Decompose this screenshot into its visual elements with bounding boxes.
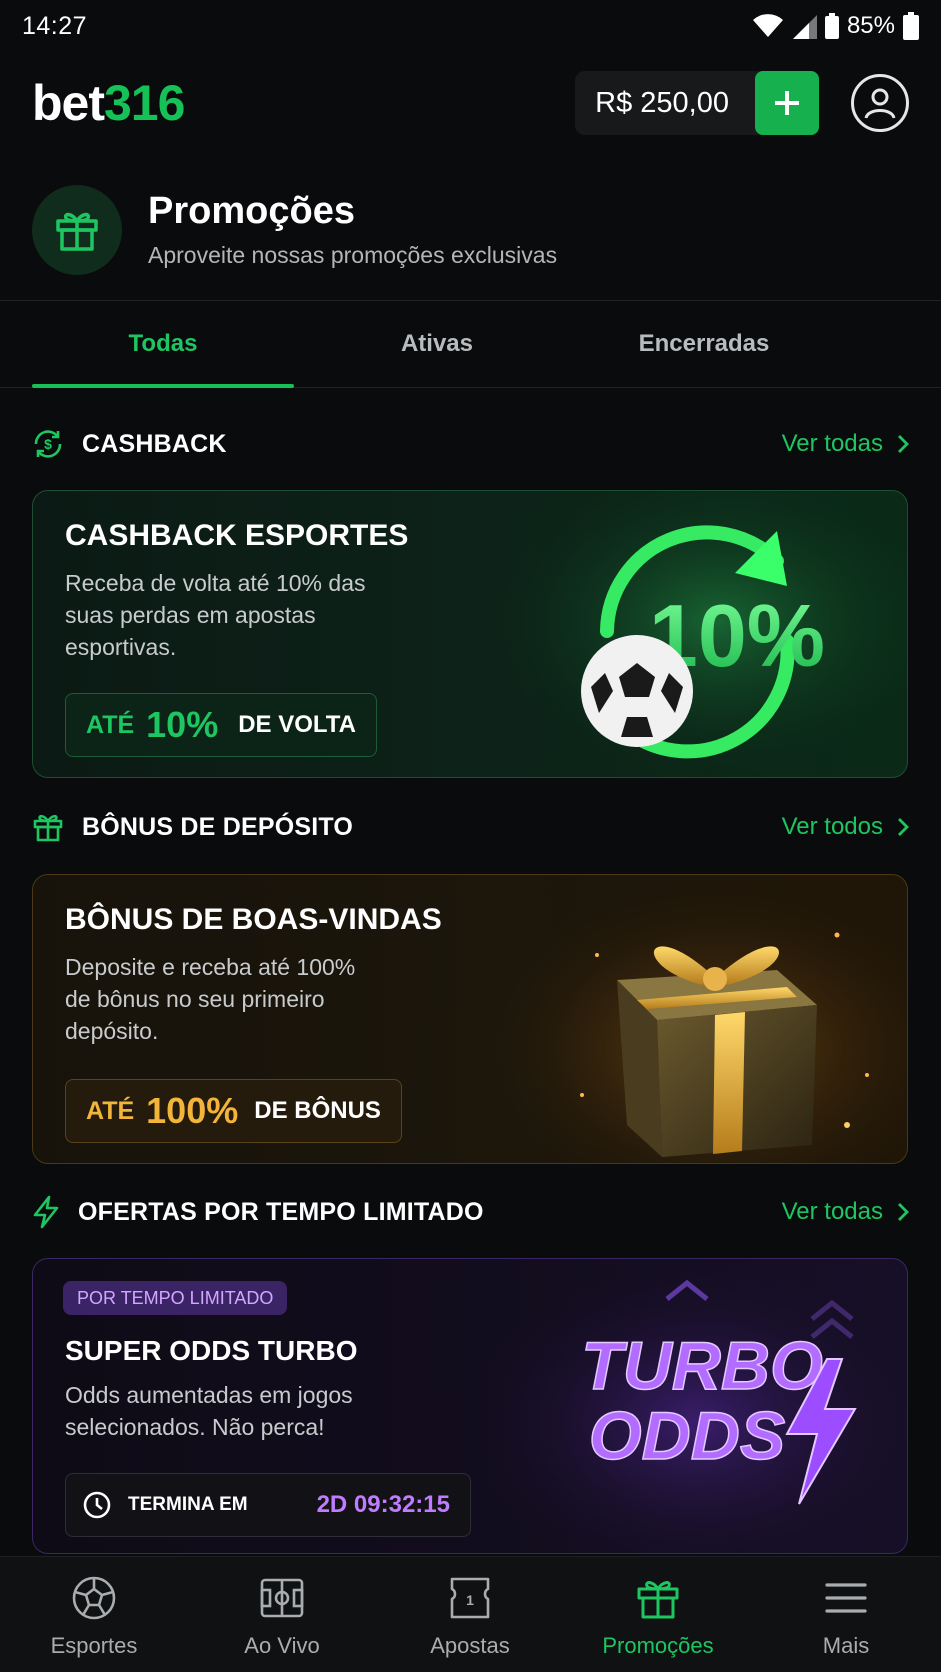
nav-label: Apostas [430,1633,510,1658]
see-all-label: Ver todas [781,430,883,457]
pill-value: 100% [146,1090,239,1131]
see-all-label: Ver todos [781,813,883,840]
pill-prefix: ATÉ [86,1096,135,1125]
timer-value: 2D 09:32:15 [316,1491,450,1518]
nav-label: Mais [822,1633,870,1658]
section-limited-header: OFERTAS POR TEMPO LIMITADO Ver todas [32,1192,909,1232]
logo-number-text: 316 [104,75,185,131]
balance-amount: R$ 250,00 [595,86,729,119]
brand-logo[interactable]: bet316 [32,75,185,131]
plus-icon [775,91,799,115]
status-bar: 14:27 85% [0,0,941,52]
bottom-navigation: Esportes Ao Vivo 1 Apostas Promoções Mai… [0,1556,941,1672]
tab-todas[interactable]: Todas [32,301,294,387]
cashback-icon: $ [34,430,62,458]
profile-button[interactable] [851,74,909,132]
battery-icon [824,13,839,39]
soccer-ball-icon [72,1576,116,1620]
wifi-icon [752,14,783,38]
gift-icon [637,1581,679,1619]
turbo-odds-art: TURBO ODDS [487,1259,907,1553]
nav-esportes[interactable]: Esportes [0,1557,188,1672]
turbo-card-description: Odds aumentadas em jogos selecionados. N… [65,1379,353,1443]
nav-label: Ao Vivo [244,1633,320,1658]
nav-mais[interactable]: Mais [752,1557,940,1672]
balance-box[interactable]: R$ 250,00 [575,71,819,135]
nav-label: Promoções [602,1633,714,1658]
page-gift-badge [32,185,122,275]
chevron-right-icon [898,818,909,836]
bonus-card-title: BÔNUS DE BOAS-VINDAS [65,903,442,936]
page-subtitle: Aproveite nossas promoções exclusivas [148,242,558,269]
desc-line: depósito. [65,1018,159,1044]
cashback-art: 10% [487,491,907,777]
welcome-bonus-card[interactable]: BÔNUS DE BOAS-VINDAS Deposite e receba a… [32,874,908,1164]
cashback-card-description: Receba de volta até 10% das suas perdas … [65,567,365,663]
lightning-icon [33,1195,59,1229]
status-time: 14:27 [22,11,88,40]
pill-prefix: ATÉ [86,710,135,739]
art-odds-text: ODDS [589,1398,785,1474]
nav-label: Esportes [50,1633,138,1658]
app-header: bet316 R$ 250,00 [32,68,909,138]
live-screen-icon [260,1578,304,1618]
gift-icon [33,814,63,842]
svg-text:1: 1 [466,1592,474,1608]
limited-see-all-link[interactable]: Ver todas [782,1198,909,1226]
desc-line: Deposite e receba até 100% [65,954,356,980]
menu-icon [825,1583,867,1613]
promo-tabs: Todas Ativas Encerradas [0,300,941,388]
bonus-card-description: Deposite e receba até 100% de bônus no s… [65,951,355,1047]
logo-bet-text: bet [32,75,105,131]
desc-line: Odds aumentadas em jogos [65,1382,353,1408]
super-odds-card[interactable]: TURBO ODDS POR TEMPO LIMITADO SUPER ODDS… [32,1258,908,1554]
countdown-timer: TERMINA EM 2D 09:32:15 [65,1473,471,1537]
desc-line: selecionados. Não perca! [65,1414,325,1440]
tab-encerradas[interactable]: Encerradas [578,301,830,387]
timer-label: TERMINA EM [128,1494,248,1515]
desc-line: de bônus no seu primeiro [65,986,325,1012]
desc-line: esportivas. [65,634,177,660]
ticket-icon: 1 [450,1577,490,1619]
page-title: Promoções [148,189,355,232]
turbo-card-title: SUPER ODDS TURBO [65,1335,358,1366]
cashback-see-all-link[interactable]: Ver todas [782,430,909,458]
chevron-right-icon [898,435,909,453]
status-icons: 85% [752,12,919,40]
cashback-highlight-pill: ATÉ 10% DE VOLTA [65,693,377,757]
nav-ao-vivo[interactable]: Ao Vivo [188,1557,376,1672]
deposit-button[interactable] [755,71,819,135]
limited-time-badge: POR TEMPO LIMITADO [63,1281,288,1315]
see-all-label: Ver todas [781,1198,883,1225]
cashback-card-title: CASHBACK ESPORTES [65,519,409,552]
section-cashback-title: CASHBACK [82,429,227,458]
deposit-see-all-link[interactable]: Ver todos [782,813,909,841]
chevron-right-icon [898,1203,909,1221]
active-tab-indicator [32,384,294,388]
section-deposit-title: BÔNUS DE DEPÓSITO [82,812,354,841]
section-cashback-header: $ CASHBACK Ver todas [32,424,909,464]
pill-value: 10% [146,704,219,745]
section-limited-title: OFERTAS POR TEMPO LIMITADO [78,1197,484,1226]
svg-text:$: $ [44,436,52,452]
page-header: Promoções Aproveite nossas promoções exc… [32,184,909,276]
battery-percent: 85% [846,12,895,39]
pill-suffix: DE BÔNUS [254,1097,381,1124]
gift-icon [56,212,98,251]
cashback-card[interactable]: 10% CASHBACK ESPORTES Receba de volta at… [32,490,908,778]
pill-suffix: DE VOLTA [238,711,356,738]
user-icon [864,88,896,119]
clock-icon [83,1491,111,1519]
nav-apostas[interactable]: 1 Apostas [376,1557,564,1672]
section-deposit-header: BÔNUS DE DEPÓSITO Ver todos [32,807,909,847]
battery-level-icon [903,12,919,40]
tab-ativas[interactable]: Ativas [306,301,568,387]
nav-promocoes[interactable]: Promoções [564,1557,752,1672]
signal-icon [791,13,817,39]
bonus-highlight-pill: ATÉ 100% DE BÔNUS [65,1079,402,1143]
art-turbo-text: TURBO [581,1328,823,1404]
desc-line: Receba de volta até 10% das [65,570,366,596]
desc-line: suas perdas em apostas [65,602,316,628]
gift-box-art [487,875,907,1163]
